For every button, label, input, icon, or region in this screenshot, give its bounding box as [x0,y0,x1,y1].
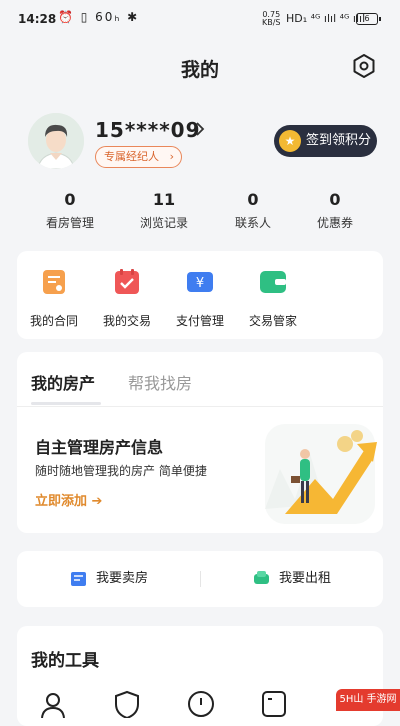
tab-indicator [31,402,101,405]
page-title: 我的 [180,59,219,81]
battery-icon: 6 [356,13,381,25]
person-tool-icon[interactable] [39,690,67,718]
rent-house-label: 我要出租 [279,571,332,586]
calculator-tool-icon[interactable] [260,690,288,718]
sell-house-icon [71,572,86,586]
growth-illustration-icon [265,424,377,524]
stat-contacts[interactable]: 0 联系人 [213,190,293,231]
avatar[interactable] [28,113,84,169]
stat-coupons[interactable]: 0 优惠券 [295,190,375,231]
coin-icon: ★ [279,130,301,152]
site-watermark-logo: 5H山 手游网 [336,689,400,711]
user-phone[interactable]: 15****09 [95,118,201,142]
stat-value: 11 [152,190,176,209]
divider [200,571,201,587]
transaction-icon [115,269,139,294]
stat-label: 优惠券 [316,216,353,230]
wallet-icon [260,271,286,293]
stat-history[interactable]: 11 浏览记录 [124,190,204,231]
agent-badge[interactable]: 专属经纪人 › [95,146,182,168]
property-title: 自主管理房产信息 [35,438,164,457]
quick-action-payment[interactable]: ¥ 支付管理 [160,268,240,329]
status-bar: 14:28 ⏰ ▯ 60ₕ ✱ 0.75 KB/S HD₁ ⁴ᴳ ılıl ⁴ᴳ… [0,0,400,40]
stat-label: 看房管理 [45,216,94,230]
signal-icons: HD₁ ⁴ᴳ ılıl ⁴ᴳ ılıl [286,12,366,25]
signin-button[interactable]: ★ 签到领积分 [274,125,377,157]
agent-badge-label: 专属经纪人 [104,150,159,163]
payment-icon: ¥ [187,272,213,292]
quick-action-label: 交易管家 [248,314,297,328]
rent-house-icon [254,571,269,584]
tools-card: 我的工具 [17,626,383,726]
quick-action-transaction[interactable]: 我的交易 [87,268,167,329]
chevron-right-icon[interactable] [193,120,207,138]
stat-label: 浏览记录 [139,216,188,230]
agent-badge-arrow: › [169,150,174,163]
stat-label: 联系人 [234,216,271,230]
status-time: 14:28 [18,12,57,26]
quick-action-label: 我的交易 [102,314,151,328]
stat-value: 0 [247,190,259,209]
property-card: 我的房产 帮我找房 自主管理房产信息 随时随地管理我的房产 简单便捷 立即添加 … [17,352,383,533]
phone-shield-tool-icon[interactable] [113,690,141,718]
clock-tool-icon[interactable] [187,690,215,718]
quick-action-wallet[interactable]: 交易管家 [233,268,313,329]
stat-value: 0 [329,190,341,209]
tools-title: 我的工具 [31,651,99,671]
avatar-person-icon [28,113,84,169]
contract-icon [43,270,65,294]
svg-text:¥: ¥ [196,276,204,291]
tab-find-house[interactable]: 帮我找房 [128,370,192,394]
quick-action-contract[interactable]: 我的合同 [14,268,94,329]
add-property-link[interactable]: 立即添加 ➔ [35,490,102,509]
property-subtitle: 随时随地管理我的房产 简单便捷 [35,464,207,478]
quick-action-label: 支付管理 [175,314,224,328]
network-speed: 0.75 KB/S [262,11,281,27]
battery-level: 6 [364,14,370,23]
network-speed-unit: KB/S [262,18,281,27]
status-left-icons: ⏰ ▯ 60ₕ ✱ [58,10,140,24]
tab-my-property[interactable]: 我的房产 [31,370,95,394]
sell-rent-card: 我要卖房 我要出租 [17,551,383,607]
sell-house-label: 我要卖房 [96,571,149,586]
signin-label: 签到领积分 [306,133,372,148]
quick-action-label: 我的合同 [29,314,78,328]
stats-row: 0 看房管理 11 浏览记录 0 联系人 0 优惠券 [0,190,400,235]
stat-viewing[interactable]: 0 看房管理 [30,190,110,231]
tab-divider [17,406,383,407]
settings-icon[interactable] [351,53,377,79]
stat-value: 0 [64,190,76,209]
quick-actions-card: 我的合同 我的交易 ¥ 支付管理 交易管家 [17,251,383,339]
